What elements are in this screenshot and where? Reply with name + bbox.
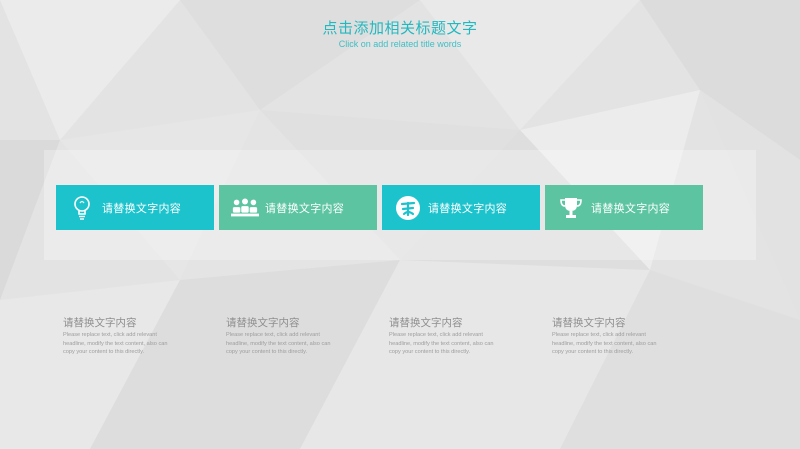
lightbulb-icon [68,194,96,222]
title-block: 点击添加相关标题文字 Click on add related title wo… [0,20,800,50]
meeting-people-icon [231,194,259,222]
card-4-label: 请替换文字内容 [591,202,671,215]
card-3-label: 请替换文字内容 [428,202,508,215]
description-2-body[interactable]: Please replace text, click add relevant … [226,331,338,357]
card-1-label: 请替换文字内容 [102,202,182,215]
description-4: 请替换文字内容 Please replace text, click add r… [552,316,664,357]
page-title[interactable]: 点击添加相关标题文字 [0,20,800,38]
description-2-heading[interactable]: 请替换文字内容 [226,316,338,330]
description-3: 请替换文字内容 Please replace text, click add r… [389,316,501,357]
card-4[interactable]: 请替换文字内容 [545,185,703,230]
card-2-label: 请替换文字内容 [265,202,345,215]
page-subtitle[interactable]: Click on add related title words [0,39,800,50]
description-3-body[interactable]: Please replace text, click add relevant … [389,331,501,357]
badge-icon [394,194,422,222]
description-2: 请替换文字内容 Please replace text, click add r… [226,316,338,357]
description-4-heading[interactable]: 请替换文字内容 [552,316,664,330]
description-1-heading[interactable]: 请替换文字内容 [63,316,175,330]
card-1[interactable]: 请替换文字内容 [56,185,214,230]
card-2[interactable]: 请替换文字内容 [219,185,377,230]
description-1-body[interactable]: Please replace text, click add relevant … [63,331,175,357]
description-4-body[interactable]: Please replace text, click add relevant … [552,331,664,357]
description-1: 请替换文字内容 Please replace text, click add r… [63,316,175,357]
card-3[interactable]: 请替换文字内容 [382,185,540,230]
trophy-icon [557,194,585,222]
description-3-heading[interactable]: 请替换文字内容 [389,316,501,330]
